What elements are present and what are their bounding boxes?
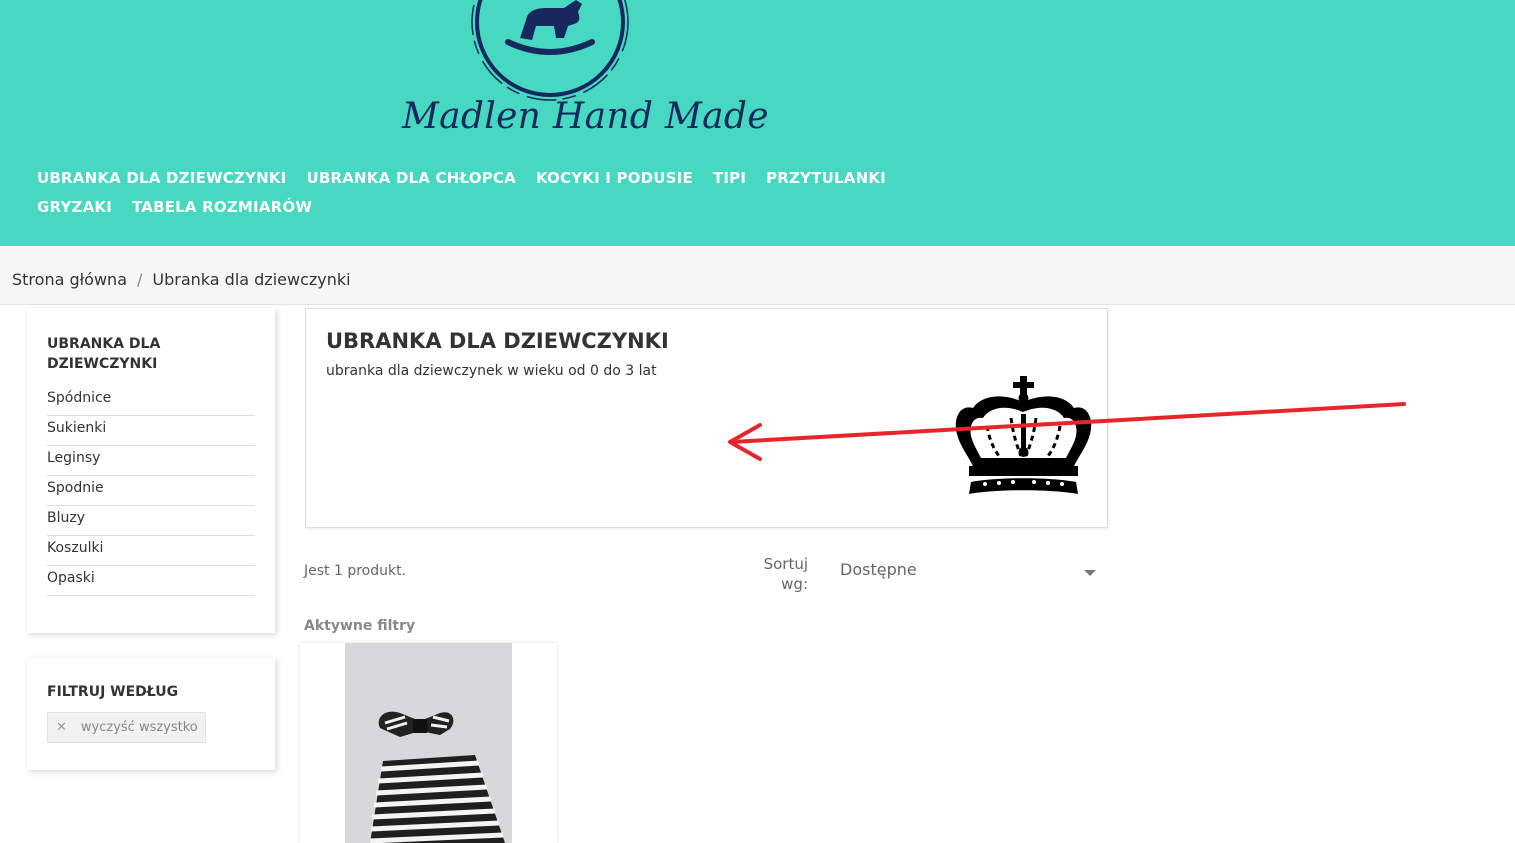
chevron-down-icon [1084,570,1096,576]
subcategory-list: Spódnice Sukienki Leginsy Spodnie Bluzy … [47,386,255,596]
product-image[interactable] [345,643,512,843]
clear-all-label: wyczyść wszystko [80,720,198,735]
subcategory-spodnie[interactable]: Spodnie [47,476,255,506]
main-navigation: UBRANKA DLA DZIEWCZYNKI UBRANKA DLA CHŁO… [37,163,937,221]
subcategory-leginsy[interactable]: Leginsy [47,446,255,476]
subcategory-sukienki[interactable]: Sukienki [47,416,255,446]
breadcrumb-separator: / [137,270,143,289]
brand-name[interactable]: Madlen Hand Made [402,96,769,137]
breadcrumb-current: Ubranka dla dziewczynki [152,270,351,289]
category-description: ubranka dla dziewczynek w wieku od 0 do … [326,363,657,379]
nav-item-ubranka-dla-chlopca[interactable]: UBRANKA DLA CHŁOPCA [306,169,515,187]
breadcrumb: Strona główna / Ubranka dla dziewczynki [12,270,351,289]
nav-item-ubranka-dla-dziewczynki[interactable]: UBRANKA DLA DZIEWCZYNKI [37,169,286,187]
subcategory-bluzy[interactable]: Bluzy [47,506,255,536]
subcategory-opaski[interactable]: Opaski [47,566,255,596]
sort-dropdown[interactable]: Dostępne [840,560,1100,584]
category-tree-panel: UBRANKA DLA DZIEWCZYNKI Spódnice Sukienk… [27,308,275,633]
nav-item-tabela-rozmiarow[interactable]: TABELA ROZMIARÓW [132,198,312,216]
category-title: UBRANKA DLA DZIEWCZYNKI [326,329,669,353]
clear-all-filters-button[interactable]: ✕ wyczyść wszystko [47,712,206,743]
arrow-left-icon [728,402,1406,461]
close-icon: ✕ [56,720,67,735]
nav-item-kocyki-i-podusie[interactable]: KOCYKI I PODUSIE [536,169,693,187]
active-filters-heading: Aktywne filtry [304,618,416,634]
product-count: Jest 1 produkt. [304,563,407,579]
nav-item-gryzaki[interactable]: GRYZAKI [37,198,112,216]
breadcrumb-home-link[interactable]: Strona główna [12,270,127,289]
subcategory-spodnice[interactable]: Spódnice [47,386,255,416]
category-tree-title[interactable]: UBRANKA DLA DZIEWCZYNKI [47,334,227,374]
subcategory-koszulki[interactable]: Koszulki [47,536,255,566]
nav-item-przytulanki[interactable]: PRZYTULANKI [766,169,886,187]
sort-label: Sortuj wg: [763,555,808,593]
site-header: Madlen Hand Made UBRANKA DLA DZIEWCZYNKI… [0,0,1515,246]
filter-title: FILTRUJ WEDŁUG [47,684,179,700]
product-card[interactable] [300,643,557,843]
sort-selected-value: Dostępne [840,560,917,579]
nav-item-tipi[interactable]: TIPI [713,169,746,187]
filter-panel: FILTRUJ WEDŁUG ✕ wyczyść wszystko [27,658,275,770]
